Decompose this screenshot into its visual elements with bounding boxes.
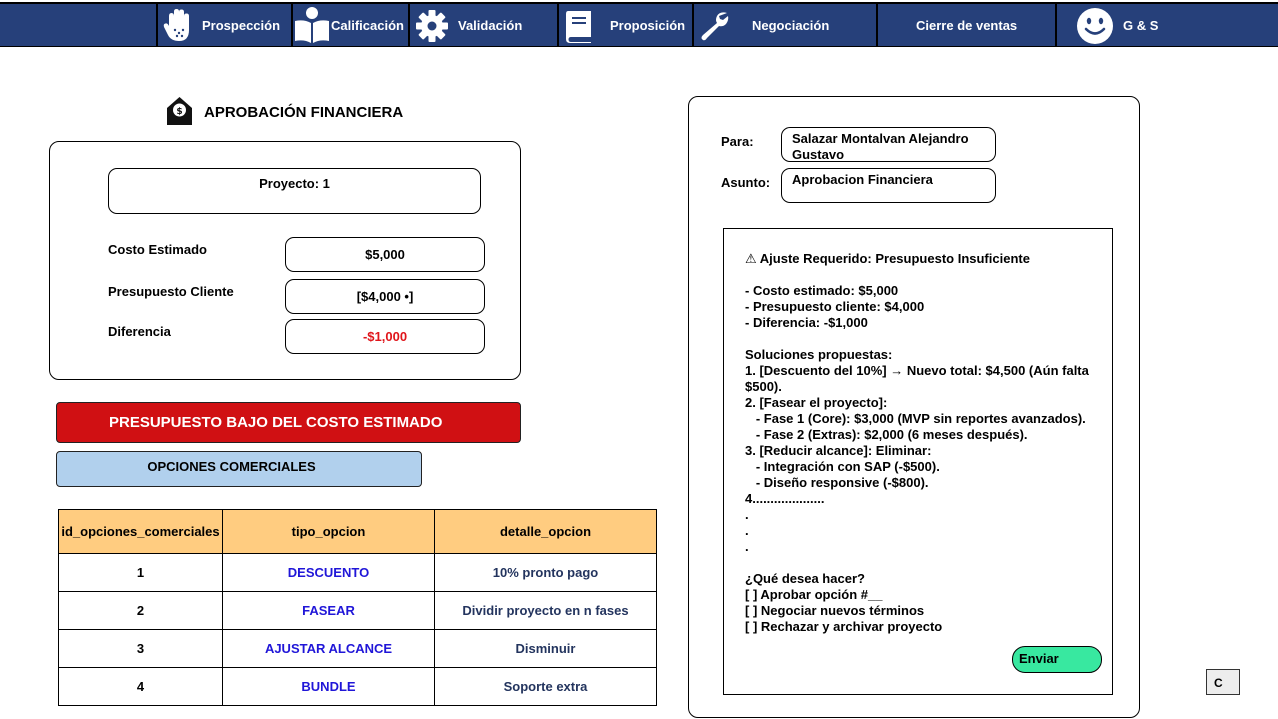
option-type: BUNDLE xyxy=(222,667,435,706)
table-row[interactable]: 3 AJUSTAR ALCANCE Disminuir xyxy=(58,629,657,668)
user-label: G & S xyxy=(1123,18,1159,33)
difference-label: Diferencia xyxy=(108,324,171,339)
column-header: detalle_opcion xyxy=(434,509,657,554)
top-nav: Prospección Calificación Validación Prop… xyxy=(0,2,1278,47)
column-header: tipo_opcion xyxy=(222,509,435,554)
nav-item-validacion[interactable]: Validación xyxy=(410,4,557,47)
wrench-icon xyxy=(701,12,729,41)
svg-text:$: $ xyxy=(176,107,182,117)
send-button[interactable]: Enviar xyxy=(1012,646,1102,673)
book-icon xyxy=(566,11,591,43)
to-label: Para: xyxy=(721,134,754,149)
money-tag-icon: $ xyxy=(167,97,192,125)
nav-item-label: Proposición xyxy=(610,18,686,33)
option-type: FASEAR xyxy=(222,591,435,630)
email-body-text: ⚠ Ajuste Requerido: Presupuesto Insufici… xyxy=(745,251,1089,634)
nav-item-label: Validación xyxy=(458,18,523,33)
commercial-options-table: id_opciones_comerciales tipo_opcion deta… xyxy=(58,509,657,706)
estimated-cost-label: Costo Estimado xyxy=(108,242,207,257)
nav-item-label: Prospección xyxy=(202,18,281,33)
table-header-row: id_opciones_comerciales tipo_opcion deta… xyxy=(58,509,657,554)
nav-item-prospeccion[interactable]: Prospección xyxy=(158,4,291,47)
difference-field: -$1,000 xyxy=(285,319,485,354)
option-type: DESCUENTO xyxy=(222,553,435,592)
client-budget-label: Presupuesto Cliente xyxy=(108,284,234,299)
option-detail: Disminuir xyxy=(434,629,657,668)
budget-alert-text: PRESUPUESTO BAJO DEL COSTO ESTIMADO xyxy=(109,414,443,431)
column-header: id_opciones_comerciales xyxy=(58,509,223,554)
client-budget-value: [$4,000 •] xyxy=(356,289,414,304)
nav-item-cierre-de-ventas[interactable]: Cierre de ventas xyxy=(878,4,1055,47)
to-field[interactable]: Salazar Montalvan Alejandro Gustavo xyxy=(781,127,996,162)
nav-item-proposicion[interactable]: Proposición xyxy=(559,4,692,47)
table-row[interactable]: 1 DESCUENTO 10% pronto pago xyxy=(58,553,657,592)
nav-item-calificacion[interactable]: Calificación xyxy=(293,4,408,47)
hand-icon xyxy=(163,9,189,41)
nav-item-label: Negociación xyxy=(752,18,830,33)
subject-field[interactable]: Aprobacion Financiera xyxy=(781,168,996,203)
smiley-icon xyxy=(1077,8,1113,44)
gear-icon xyxy=(416,10,448,42)
user-menu[interactable]: G & S xyxy=(1057,4,1278,47)
estimated-cost-value: $5,000 xyxy=(365,247,405,262)
subject-label: Asunto: xyxy=(721,175,771,190)
option-id: 1 xyxy=(58,553,223,592)
nav-item-label: Calificación xyxy=(331,18,404,33)
table-row[interactable]: 4 BUNDLE Soporte extra xyxy=(58,667,657,706)
option-id: 2 xyxy=(58,591,223,630)
option-type: AJUSTAR ALCANCE xyxy=(222,629,435,668)
corner-c-button[interactable]: C xyxy=(1206,669,1240,695)
section-title: APROBACIÓN FINANCIERA xyxy=(204,104,404,121)
difference-value: -$1,000 xyxy=(362,329,408,344)
table-row[interactable]: 2 FASEAR Dividir proyecto en n fases xyxy=(58,591,657,630)
commercial-options-header: OPCIONES COMERCIALES xyxy=(56,451,422,487)
client-budget-select[interactable]: [$4,000 •] xyxy=(285,279,485,314)
option-id: 3 xyxy=(58,629,223,668)
budget-alert-banner: PRESUPUESTO BAJO DEL COSTO ESTIMADO xyxy=(56,402,521,443)
reader-icon xyxy=(295,7,329,43)
nav-item-label: Cierre de ventas xyxy=(916,18,1018,33)
nav-item-negociacion[interactable]: Negociación xyxy=(694,4,876,47)
option-detail: Dividir proyecto en n fases xyxy=(434,591,657,630)
option-id: 4 xyxy=(58,667,223,706)
estimated-cost-field[interactable]: $5,000 xyxy=(285,237,485,272)
project-field[interactable]: Proyecto: 1 xyxy=(108,168,481,214)
option-detail: Soporte extra xyxy=(434,667,657,706)
option-detail: 10% pronto pago xyxy=(434,553,657,592)
